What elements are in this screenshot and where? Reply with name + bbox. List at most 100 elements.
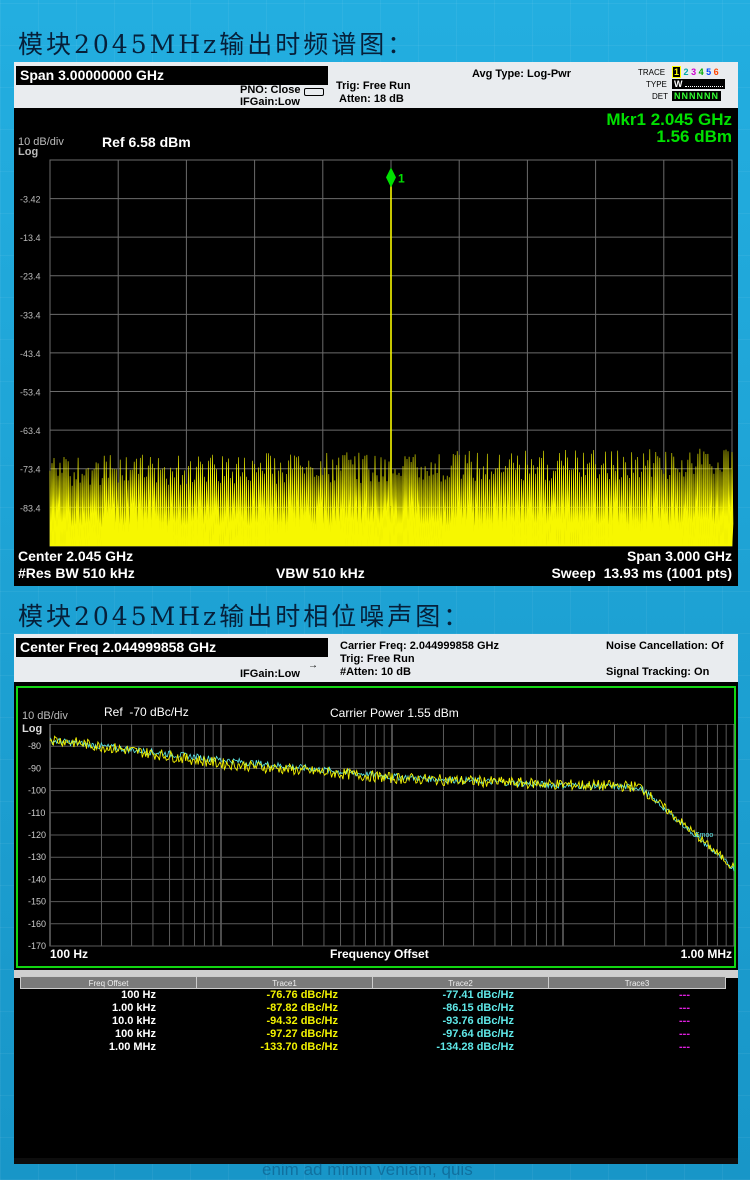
y-tick-label: -150 — [28, 897, 46, 907]
column-header: Trace1 — [197, 977, 373, 988]
type-label: TYPE — [646, 80, 667, 89]
carrier-frequency: Carrier Freq: 2.044999858 GHz — [340, 640, 499, 652]
trigger-status: Trig: Free Run — [336, 80, 411, 92]
y-tick-label: -170 — [28, 941, 46, 951]
x-axis-end: 1.00 MHz — [680, 947, 732, 961]
pn-ref-level: Ref -70 dBc/Hz — [104, 705, 189, 719]
table-row: 10.0 kHz -94.32 dBc/Hz -93.76 dBc/Hz --- — [20, 1015, 726, 1028]
y-tick-label: -130 — [28, 852, 46, 862]
spectrum-ref-level: Ref 6.58 dBm — [102, 134, 191, 150]
trace2-cell: -77.41 dBc/Hz — [442, 989, 514, 1001]
freq-offset-cell: 1.00 kHz — [111, 1002, 156, 1014]
column-header: Trace2 — [373, 977, 549, 988]
trace3-cell: --- — [679, 1041, 690, 1053]
trace-number[interactable]: 3 — [691, 67, 696, 77]
noise-cancellation-status: Noise Cancellation: Of — [606, 640, 724, 652]
y-tick-label: -33.4 — [20, 310, 41, 320]
trace1-cell: -87.82 dBc/Hz — [266, 1002, 338, 1014]
trace1-cell: -94.32 dBc/Hz — [266, 1015, 338, 1027]
trace3-cell: --- — [679, 989, 690, 1001]
y-tick-label: -23.4 — [20, 272, 41, 282]
y-tick-label: -100 — [28, 786, 46, 796]
table-row: 100 kHz -97.27 dBc/Hz -97.64 dBc/Hz --- — [20, 1028, 726, 1041]
table-row: 100 Hz -76.76 dBc/Hz -77.41 dBc/Hz --- — [20, 989, 726, 1002]
det-label: DET — [652, 92, 668, 101]
pn-trigger-status: Trig: Free Run — [340, 653, 415, 665]
trace-number[interactable]: 5 — [706, 67, 711, 77]
column-header: Freq Offset — [21, 977, 197, 988]
y-tick-label: -120 — [28, 830, 46, 840]
marker-readout: Mkr1 2.045 GHz 1.56 dBm — [606, 110, 732, 147]
avg-type-status: Avg Type: Log-Pwr — [472, 68, 571, 80]
freq-offset-cell: 1.00 MHz — [108, 1041, 156, 1053]
trace-type-value: W — [674, 79, 683, 89]
trace3-cell: --- — [679, 1002, 690, 1014]
trace-type-row: W — [672, 79, 726, 89]
detector-value: N — [674, 91, 682, 101]
y-tick-label: -110 — [28, 808, 45, 818]
smoothed-label: Smoo — [695, 832, 713, 839]
trace-label: TRACE — [638, 68, 666, 77]
pn-ifgain-status: IFGain:Low — [240, 668, 300, 680]
y-tick-label: -160 — [28, 919, 46, 929]
y-tick-label: -13.4 — [20, 233, 41, 243]
phase-noise-plot[interactable]: -80 -90 -100 -110 -120 -130 -140 -150 -160 -170 S… — [14, 724, 738, 954]
pn-gridlines — [49, 724, 735, 947]
y-tick-label: -3.42 — [20, 195, 41, 205]
pn-arrow-icon: → — [308, 660, 318, 671]
trace2-cell: -97.64 dBc/Hz — [442, 1028, 514, 1040]
trace1-cell: -133.70 dBc/Hz — [260, 1041, 338, 1053]
y-tick-label: -63.4 — [20, 426, 41, 436]
pn-y-ticks: -80 -90 -100 -110 -120 -130 -140 -150 -160 -170 — [28, 741, 46, 951]
pn-scale: 10 dB/div — [22, 710, 68, 722]
trace3-cell: --- — [679, 1028, 690, 1040]
resolution-bandwidth: #Res BW 510 kHz — [18, 565, 135, 581]
trace3-cell: --- — [679, 1015, 690, 1027]
trace-type-wave-icon — [685, 81, 724, 87]
trace-number[interactable]: 4 — [699, 67, 704, 77]
column-header: Trace3 — [624, 979, 650, 988]
attenuation-status: Atten: 18 dB — [339, 93, 404, 105]
trace2-cell: -134.28 dBc/Hz — [436, 1041, 514, 1053]
detector-value: N — [689, 91, 697, 101]
x-axis-title: Frequency Offset — [330, 947, 429, 961]
video-bandwidth: VBW 510 kHz — [276, 565, 365, 581]
pno-status: PNO: Close — [240, 84, 301, 96]
spectrum-analyzer-panel: Span 3.00000000 GHz PNO: Close IFGain:Lo… — [14, 62, 738, 586]
trace2-cell: -86.15 dBc/Hz — [442, 1002, 514, 1014]
spectrum-heading: 模块2045MHz输出时频谱图： — [18, 30, 416, 59]
detector-value: N — [711, 91, 719, 101]
watermark-text: enim ad minim veniam, quis — [262, 1160, 473, 1179]
spot-noise-table: Freq Offset Trace1 Trace2 Trace3 100 Hz -… — [20, 976, 726, 1054]
trace1-cell: -97.27 dBc/Hz — [266, 1028, 338, 1040]
phase-noise-header: Center Freq 2.044999858 GHz IFGain:Low →… — [14, 634, 738, 682]
spectrum-plot[interactable]: -3.42 -13.4 -23.4 -33.4 -43.4 -53.4 -63.4 -73.4… — [14, 154, 738, 548]
detector-row: NNNNNN — [672, 91, 721, 101]
span-setting[interactable]: Span 3.00000000 GHz — [16, 66, 328, 85]
detector-value: N — [681, 91, 689, 101]
y-tick-label: -73.4 — [20, 465, 41, 475]
x-axis-start: 100 Hz — [50, 947, 89, 961]
center-freq-setting[interactable]: Center Freq 2.044999858 GHz — [16, 638, 328, 657]
trace-number[interactable]: 1 — [672, 66, 682, 78]
trace-number[interactable]: 6 — [714, 67, 719, 77]
detector-value: N — [704, 91, 712, 101]
table-row: 1.00 kHz -87.82 dBc/Hz -86.15 dBc/Hz --- — [20, 1002, 726, 1015]
spectrum-header: Span 3.00000000 GHz PNO: Close IFGain:Lo… — [14, 62, 738, 108]
carrier-power: Carrier Power 1.55 dBm — [330, 706, 459, 720]
trace2-cell: -93.76 dBc/Hz — [442, 1015, 514, 1027]
signal-tracking-status: Signal Tracking: On — [606, 666, 710, 678]
freq-offset-cell: 100 Hz — [121, 989, 156, 1001]
table-row: 1.00 MHz -133.70 dBc/Hz -134.28 dBc/Hz --- — [20, 1041, 726, 1054]
marker-diamond-icon[interactable] — [386, 167, 396, 188]
trace-number[interactable]: 2 — [684, 67, 689, 77]
center-frequency: Center 2.045 GHz — [18, 548, 134, 564]
freq-offset-cell: 10.0 kHz — [111, 1015, 156, 1027]
y-tick-label: -83.4 — [20, 503, 41, 513]
ifgain-status: IFGain:Low — [240, 96, 300, 108]
spectrum-y-ticks: -3.42 -13.4 -23.4 -33.4 -43.4 -53.4 -63.4 -73.4… — [20, 195, 41, 514]
y-tick-label: -90 — [28, 763, 41, 773]
y-tick-label: -140 — [28, 874, 46, 884]
detector-value: N — [696, 91, 704, 101]
table-header-row: Freq Offset Trace1 Trace2 Trace3 — [20, 976, 726, 989]
